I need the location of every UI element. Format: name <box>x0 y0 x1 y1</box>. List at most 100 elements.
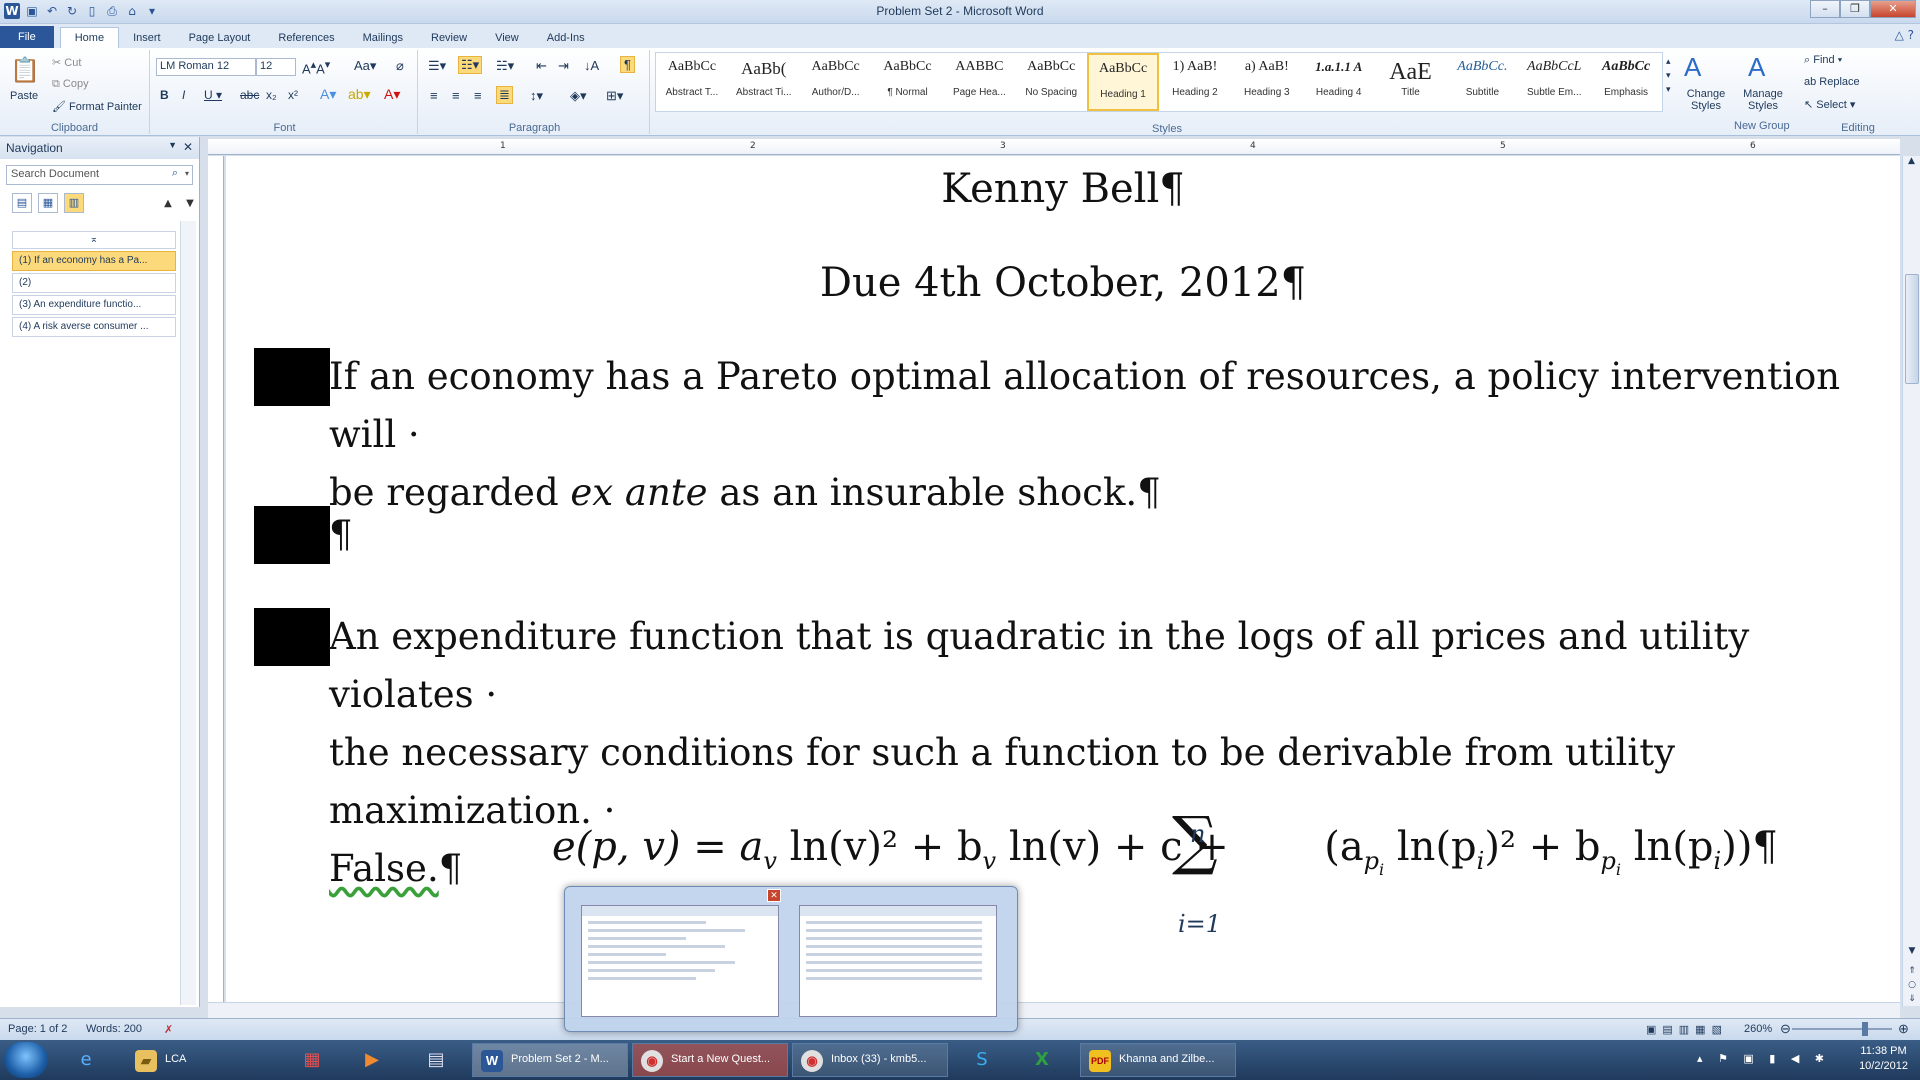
collapse-all-icon[interactable]: ⌅ <box>12 231 176 249</box>
view-buttons[interactable]: ▣▤▥▦▧ <box>1646 1023 1728 1036</box>
styles-scroll-icon[interactable]: ▴ ▾ ▾ <box>1666 54 1671 96</box>
navigation-menu-icon[interactable]: ▼ <box>168 140 177 150</box>
line-spacing-button[interactable]: ↕▾ <box>530 88 543 104</box>
bullets-button[interactable]: ☰▾ <box>428 58 446 74</box>
search-icon[interactable]: ⌕ <box>172 167 178 180</box>
navigation-scrollbar[interactable] <box>180 221 196 1005</box>
clear-formatting-button[interactable]: ⌀ <box>396 58 404 74</box>
next-page-icon[interactable]: ⇓ <box>1903 994 1920 1004</box>
nav-heading-item[interactable]: (2) <box>12 273 176 293</box>
highlight-button[interactable]: ab▾ <box>348 86 371 103</box>
zoom-level[interactable]: 260% <box>1744 1023 1772 1035</box>
change-styles-button[interactable]: Change Styles <box>1684 88 1728 112</box>
font-size-select[interactable]: 12 <box>256 58 296 76</box>
underline-button[interactable]: U ▾ <box>204 88 222 102</box>
horizontal-ruler[interactable]: 1 2 3 4 5 6 <box>208 139 1900 155</box>
tab-view[interactable]: View <box>481 28 533 48</box>
horizontal-scrollbar[interactable] <box>208 1002 1900 1018</box>
minimize-button[interactable]: – <box>1810 0 1840 18</box>
clock[interactable]: 11:38 PM 10/2/2012 <box>1859 1044 1908 1074</box>
close-button[interactable]: ✕ <box>1870 0 1916 18</box>
find-button[interactable]: ⌕ Find ▾ <box>1804 54 1842 67</box>
style-normal[interactable]: AaBbCc ¶ Normal <box>872 53 944 111</box>
scroll-up-icon[interactable]: ▲ <box>1903 156 1920 166</box>
browse-object-icon[interactable]: ○ <box>1903 980 1920 990</box>
vertical-scrollbar[interactable]: ▲ ▼ ⇑ ○ ⇓ <box>1902 156 1920 1006</box>
calculator-icon[interactable]: ▤ <box>414 1044 458 1076</box>
sort-button[interactable]: ↓A <box>584 58 599 73</box>
tab-page-layout[interactable]: Page Layout <box>175 28 265 48</box>
internet-explorer-icon[interactable]: e <box>64 1044 108 1076</box>
taskbar-word-window[interactable]: W Problem Set 2 - M... <box>472 1043 628 1077</box>
proofing-icon[interactable]: ✗ <box>164 1023 173 1036</box>
next-heading-icon[interactable]: ▼ <box>180 195 200 215</box>
thumbnail-close-icon[interactable]: ✕ <box>767 889 781 902</box>
scroll-thumb[interactable] <box>1905 274 1919 384</box>
zoom-slider[interactable] <box>1792 1028 1892 1030</box>
show-formatting-button[interactable]: ¶ <box>620 56 635 73</box>
select-button[interactable]: ↖ Select ▾ <box>1804 98 1855 111</box>
tab-review[interactable]: Review <box>417 28 481 48</box>
style-subtle-emphasis[interactable]: AaBbCcL Subtle Em... <box>1518 53 1590 111</box>
nav-heading-item[interactable]: (1) If an economy has a Pa... <box>12 251 176 271</box>
align-center-button[interactable]: ≡ <box>452 88 460 103</box>
media-player-icon[interactable]: ▶ <box>350 1044 394 1076</box>
paste-button[interactable]: Paste <box>10 90 38 102</box>
vertical-ruler[interactable] <box>208 156 224 1006</box>
style-abstract-ti[interactable]: AaBb(Abstract Ti... <box>728 53 800 111</box>
question-1-text[interactable]: If an economy has a Pareto optimal alloc… <box>329 348 1889 522</box>
thumbnail-question-window[interactable] <box>581 905 779 1017</box>
style-heading-1[interactable]: AaBbCc Heading 1 <box>1087 53 1160 111</box>
tab-mailings[interactable]: Mailings <box>349 28 417 48</box>
taskbar-chrome-question[interactable]: ◉ Start a New Quest... <box>632 1043 788 1077</box>
shading-button[interactable]: ◈▾ <box>570 88 587 104</box>
justify-button[interactable]: ≣ <box>496 86 513 104</box>
superscript-button[interactable]: x² <box>288 88 298 102</box>
search-options-icon[interactable]: ▾ <box>185 169 189 178</box>
nav-heading-item[interactable]: (4) A risk averse consumer ... <box>12 317 176 337</box>
copy-button[interactable]: ⧉ Copy <box>52 78 89 91</box>
maximize-button[interactable]: ❐ <box>1840 0 1870 18</box>
start-button[interactable] <box>4 1042 48 1078</box>
subscript-button[interactable]: x₂ <box>266 88 277 102</box>
minimize-ribbon-icon[interactable]: △ <box>1895 28 1904 42</box>
bold-button[interactable]: B <box>160 88 169 102</box>
numbering-button[interactable]: ☷▾ <box>458 56 483 74</box>
text-effects-button[interactable]: A▾ <box>320 86 336 103</box>
style-page-header[interactable]: AABBC Page Hea... <box>943 53 1015 111</box>
align-left-button[interactable]: ≡ <box>430 88 438 103</box>
taskbar-lca[interactable]: ▰ LCA <box>126 1043 256 1077</box>
change-styles-icon[interactable]: A <box>1684 52 1701 83</box>
borders-button[interactable]: ⊞▾ <box>606 88 623 104</box>
format-painter-button[interactable]: 🖌 Format Painter <box>52 100 142 113</box>
search-document-input[interactable]: Search Document ⌕ ▾ <box>6 165 193 185</box>
style-subtitle[interactable]: AaBbCc. Subtitle <box>1446 53 1518 111</box>
style-title[interactable]: AaE Title <box>1375 53 1447 111</box>
zoom-slider-knob[interactable] <box>1862 1022 1868 1036</box>
decrease-indent-button[interactable]: ⇤ <box>536 58 547 74</box>
page-count[interactable]: Page: 1 of 2 <box>8 1023 67 1035</box>
grow-font-button[interactable]: A▴A▾ <box>302 58 330 76</box>
word-count[interactable]: Words: 200 <box>86 1023 142 1035</box>
change-case-button[interactable]: Aa▾ <box>354 58 376 74</box>
close-navigation-icon[interactable]: ✕ <box>183 140 193 154</box>
cut-button[interactable]: ✂ Cut <box>52 56 81 69</box>
browse-results-icon[interactable]: ▥ <box>64 193 84 213</box>
strikethrough-button[interactable]: abc <box>240 88 259 102</box>
style-no-spacing[interactable]: AaBbCc No Spacing <box>1015 53 1087 111</box>
tab-references[interactable]: References <box>264 28 348 48</box>
tab-home[interactable]: Home <box>59 27 120 48</box>
browse-pages-icon[interactable]: ▦ <box>38 193 58 213</box>
taskbar-chrome-inbox[interactable]: ◉ Inbox (33) - kmb5... <box>792 1043 948 1077</box>
style-emphasis[interactable]: AaBbCc Emphasis <box>1590 53 1662 111</box>
replace-button[interactable]: ab Replace <box>1804 76 1860 88</box>
calendar-app-icon[interactable]: ▦ <box>290 1044 334 1076</box>
manage-styles-icon[interactable]: A <box>1748 52 1765 83</box>
tab-add-ins[interactable]: Add-Ins <box>533 28 599 48</box>
tray-icons[interactable]: ▴ ⚑ ▣ ▮ ◀ ✱ <box>1697 1052 1830 1065</box>
multilevel-list-button[interactable]: ☵▾ <box>496 58 514 74</box>
question-2-text[interactable]: ¶ <box>329 506 1889 564</box>
previous-heading-icon[interactable]: ▲ <box>158 195 178 215</box>
align-right-button[interactable]: ≡ <box>474 88 482 103</box>
tab-file[interactable]: File <box>0 26 54 48</box>
